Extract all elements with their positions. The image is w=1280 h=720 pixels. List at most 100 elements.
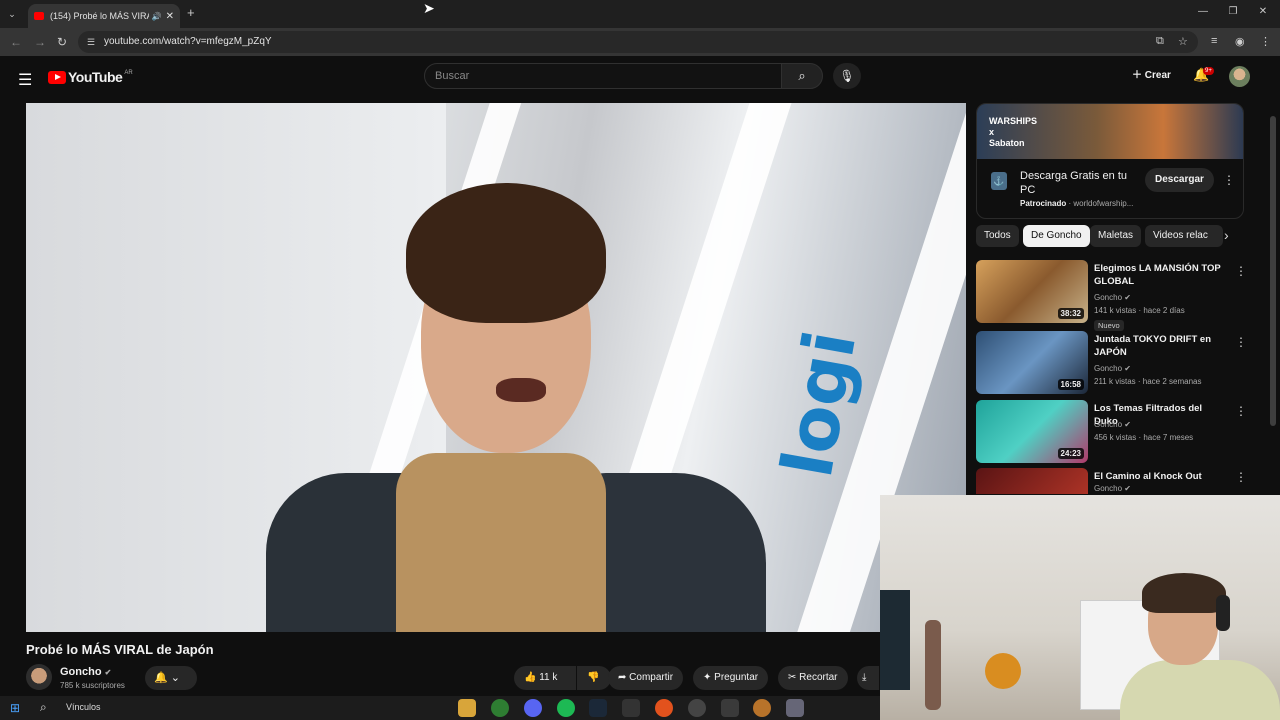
chip-todos[interactable]: Todos <box>976 225 1019 247</box>
obs-icon[interactable] <box>688 699 706 717</box>
recommendation-item[interactable]: 16:58 Juntada TOKYO DRIFT en JAPÓN Gonch… <box>976 331 1247 397</box>
video-thumbnail[interactable] <box>976 468 1088 494</box>
video-thumbnail[interactable]: 16:58 <box>976 331 1088 394</box>
tab-close-button[interactable]: ✕ <box>166 11 174 22</box>
webcam-monitor <box>880 590 910 690</box>
channel-name[interactable]: Goncho ✔ <box>1094 364 1131 373</box>
tab-search-button[interactable]: ⌄ <box>4 6 20 22</box>
video-title[interactable]: Elegimos LA MANSIÓN TOP GLOBAL <box>1094 262 1224 288</box>
minimize-button[interactable]: — <box>1188 6 1218 17</box>
recommendation-item[interactable]: El Camino al Knock Out Goncho ✔ ⋮ <box>976 468 1244 494</box>
verified-icon: ✔ <box>1124 484 1131 493</box>
forward-icon[interactable]: → <box>34 35 46 49</box>
webcam-person-body <box>1120 660 1280 720</box>
youtube-logo[interactable]: YouTube AR <box>48 69 133 85</box>
channel-name[interactable]: Goncho ✔ <box>1094 420 1131 429</box>
spotify-icon[interactable] <box>557 699 575 717</box>
verified-icon: ✔ <box>1124 364 1131 373</box>
recommendation-item[interactable]: 38:32 Elegimos LA MANSIÓN TOP GLOBAL Gon… <box>976 260 1247 331</box>
download-icon: ⤓ <box>862 672 867 683</box>
verified-icon: ✔ <box>1124 420 1131 429</box>
share-button[interactable]: ➦ Compartir <box>608 666 684 690</box>
video-meta: 211 k vistas · hace 2 semanas <box>1094 377 1202 386</box>
search-button[interactable]: ⌕ <box>781 63 823 89</box>
discord-icon[interactable] <box>524 699 542 717</box>
clip-button[interactable]: ✂ Recortar <box>778 666 848 690</box>
chip-maletas[interactable]: Maletas <box>1090 225 1142 247</box>
like-button[interactable]: 👍 11 k <box>514 666 576 690</box>
steam-icon[interactable] <box>589 699 607 717</box>
taskbar-links-label[interactable]: Vínculos <box>66 702 101 712</box>
like-count: 11 k <box>539 672 558 683</box>
webcam-thermos <box>925 620 941 710</box>
video-player[interactable]: logi <box>26 103 966 632</box>
ad-more-options-icon[interactable]: ⋮ <box>1223 173 1235 187</box>
close-window-button[interactable]: ✕ <box>1248 6 1278 17</box>
microphone-icon: 🎙 <box>839 69 855 83</box>
windows-start-icon[interactable]: ⊞ <box>10 701 20 715</box>
notifications-badge: 9+ <box>1203 67 1214 75</box>
profile-icon[interactable]: ◉ <box>1235 35 1245 48</box>
chip-videos-relacionados[interactable]: Videos relac <box>1145 225 1223 247</box>
subscription-bell-button[interactable]: 🔔 ⌄ <box>145 666 197 690</box>
ad-banner[interactable]: WARSHIPS x Sabaton <box>977 104 1243 159</box>
mouse-cursor-icon: ➤ <box>423 0 435 16</box>
dislike-button[interactable]: 👎 <box>577 666 611 690</box>
bell-icon: 🔔 <box>154 672 168 684</box>
epic-games-icon[interactable] <box>622 699 640 717</box>
recommendation-item[interactable]: 24:23 Los Temas Filtrados del Duko Gonch… <box>976 400 1247 466</box>
url-text[interactable]: youtube.com/watch?v=mfegzM_pZqY <box>104 36 272 47</box>
media-controls-icon[interactable]: ≡ <box>1211 35 1217 47</box>
ask-button[interactable]: ✦ Preguntar <box>693 666 769 690</box>
video-title[interactable]: El Camino al Knock Out <box>1094 470 1224 483</box>
video-title[interactable]: Juntada TOKYO DRIFT en JAPÓN <box>1094 333 1224 359</box>
video-thumbnail[interactable]: 24:23 <box>976 400 1088 463</box>
taskbar-search-icon[interactable]: ⌕ <box>40 700 47 715</box>
browser-tab[interactable]: (154) Probé lo MÁS VIRAL d 🔊 ✕ <box>28 4 180 28</box>
item-menu-icon[interactable]: ⋮ <box>1235 470 1244 484</box>
ad-title[interactable]: Descarga Gratis en tu PC <box>1020 169 1130 197</box>
create-button[interactable]: ＋ Crear <box>1124 65 1179 87</box>
file-explorer-icon[interactable] <box>458 699 476 717</box>
ad-banner-text: WARSHIPS x Sabaton <box>989 116 1038 148</box>
site-info-icon[interactable]: ☰ <box>87 37 95 48</box>
page-scrollbar[interactable] <box>1270 116 1276 426</box>
url-bar[interactable]: ☰ youtube.com/watch?v=mfegzM_pZqY <box>78 31 1198 53</box>
app-icon[interactable] <box>753 699 771 717</box>
voice-search-button[interactable]: 🎙 <box>833 63 861 89</box>
sponsored-ad-card[interactable]: WARSHIPS x Sabaton ⚓ Descarga Gratis en … <box>976 103 1244 219</box>
account-avatar[interactable] <box>1229 66 1250 87</box>
chrome-icon[interactable] <box>491 699 509 717</box>
item-menu-icon[interactable]: ⋮ <box>1235 264 1247 278</box>
speaker-icon[interactable]: 🔊 <box>152 12 162 21</box>
search-input[interactable]: Buscar <box>424 63 782 89</box>
ad-game-icon: ⚓ <box>991 172 1007 190</box>
item-menu-icon[interactable]: ⋮ <box>1235 404 1247 418</box>
origin-icon[interactable] <box>655 699 673 717</box>
chip-de-goncho[interactable]: De Goncho <box>1023 225 1090 247</box>
download-button[interactable]: ⤓ <box>857 666 879 690</box>
ask-label: Preguntar <box>714 672 759 683</box>
channel-name[interactable]: Goncho ✔ <box>1094 484 1131 493</box>
item-menu-icon[interactable]: ⋮ <box>1235 335 1247 349</box>
country-code: AR <box>124 70 133 76</box>
channel-avatar[interactable] <box>26 664 52 690</box>
verified-icon: ✔ <box>1124 293 1131 302</box>
share-label: Compartir <box>629 672 674 683</box>
chips-next-icon[interactable]: › <box>1224 227 1229 243</box>
webcam-person-hair <box>1142 573 1226 613</box>
video-thumbnail[interactable]: 38:32 <box>976 260 1088 323</box>
browser-menu-icon[interactable]: ⋮ <box>1260 35 1271 48</box>
maximize-button[interactable]: ❐ <box>1218 6 1248 17</box>
bookmark-star-icon[interactable]: ☆ <box>1178 35 1188 48</box>
channel-name-main[interactable]: Goncho ✔ <box>60 666 111 678</box>
back-icon[interactable]: ← <box>10 35 22 49</box>
app-icon[interactable] <box>786 699 804 717</box>
new-tab-button[interactable]: + <box>187 5 195 20</box>
reload-icon[interactable]: ↻ <box>57 35 67 49</box>
channel-name[interactable]: Goncho ✔ <box>1094 293 1131 302</box>
guide-menu-icon[interactable]: ☰ <box>18 70 32 90</box>
install-app-icon[interactable]: ⧉ <box>1156 35 1164 48</box>
ad-download-button[interactable]: Descargar <box>1145 168 1214 192</box>
app-icon[interactable] <box>721 699 739 717</box>
